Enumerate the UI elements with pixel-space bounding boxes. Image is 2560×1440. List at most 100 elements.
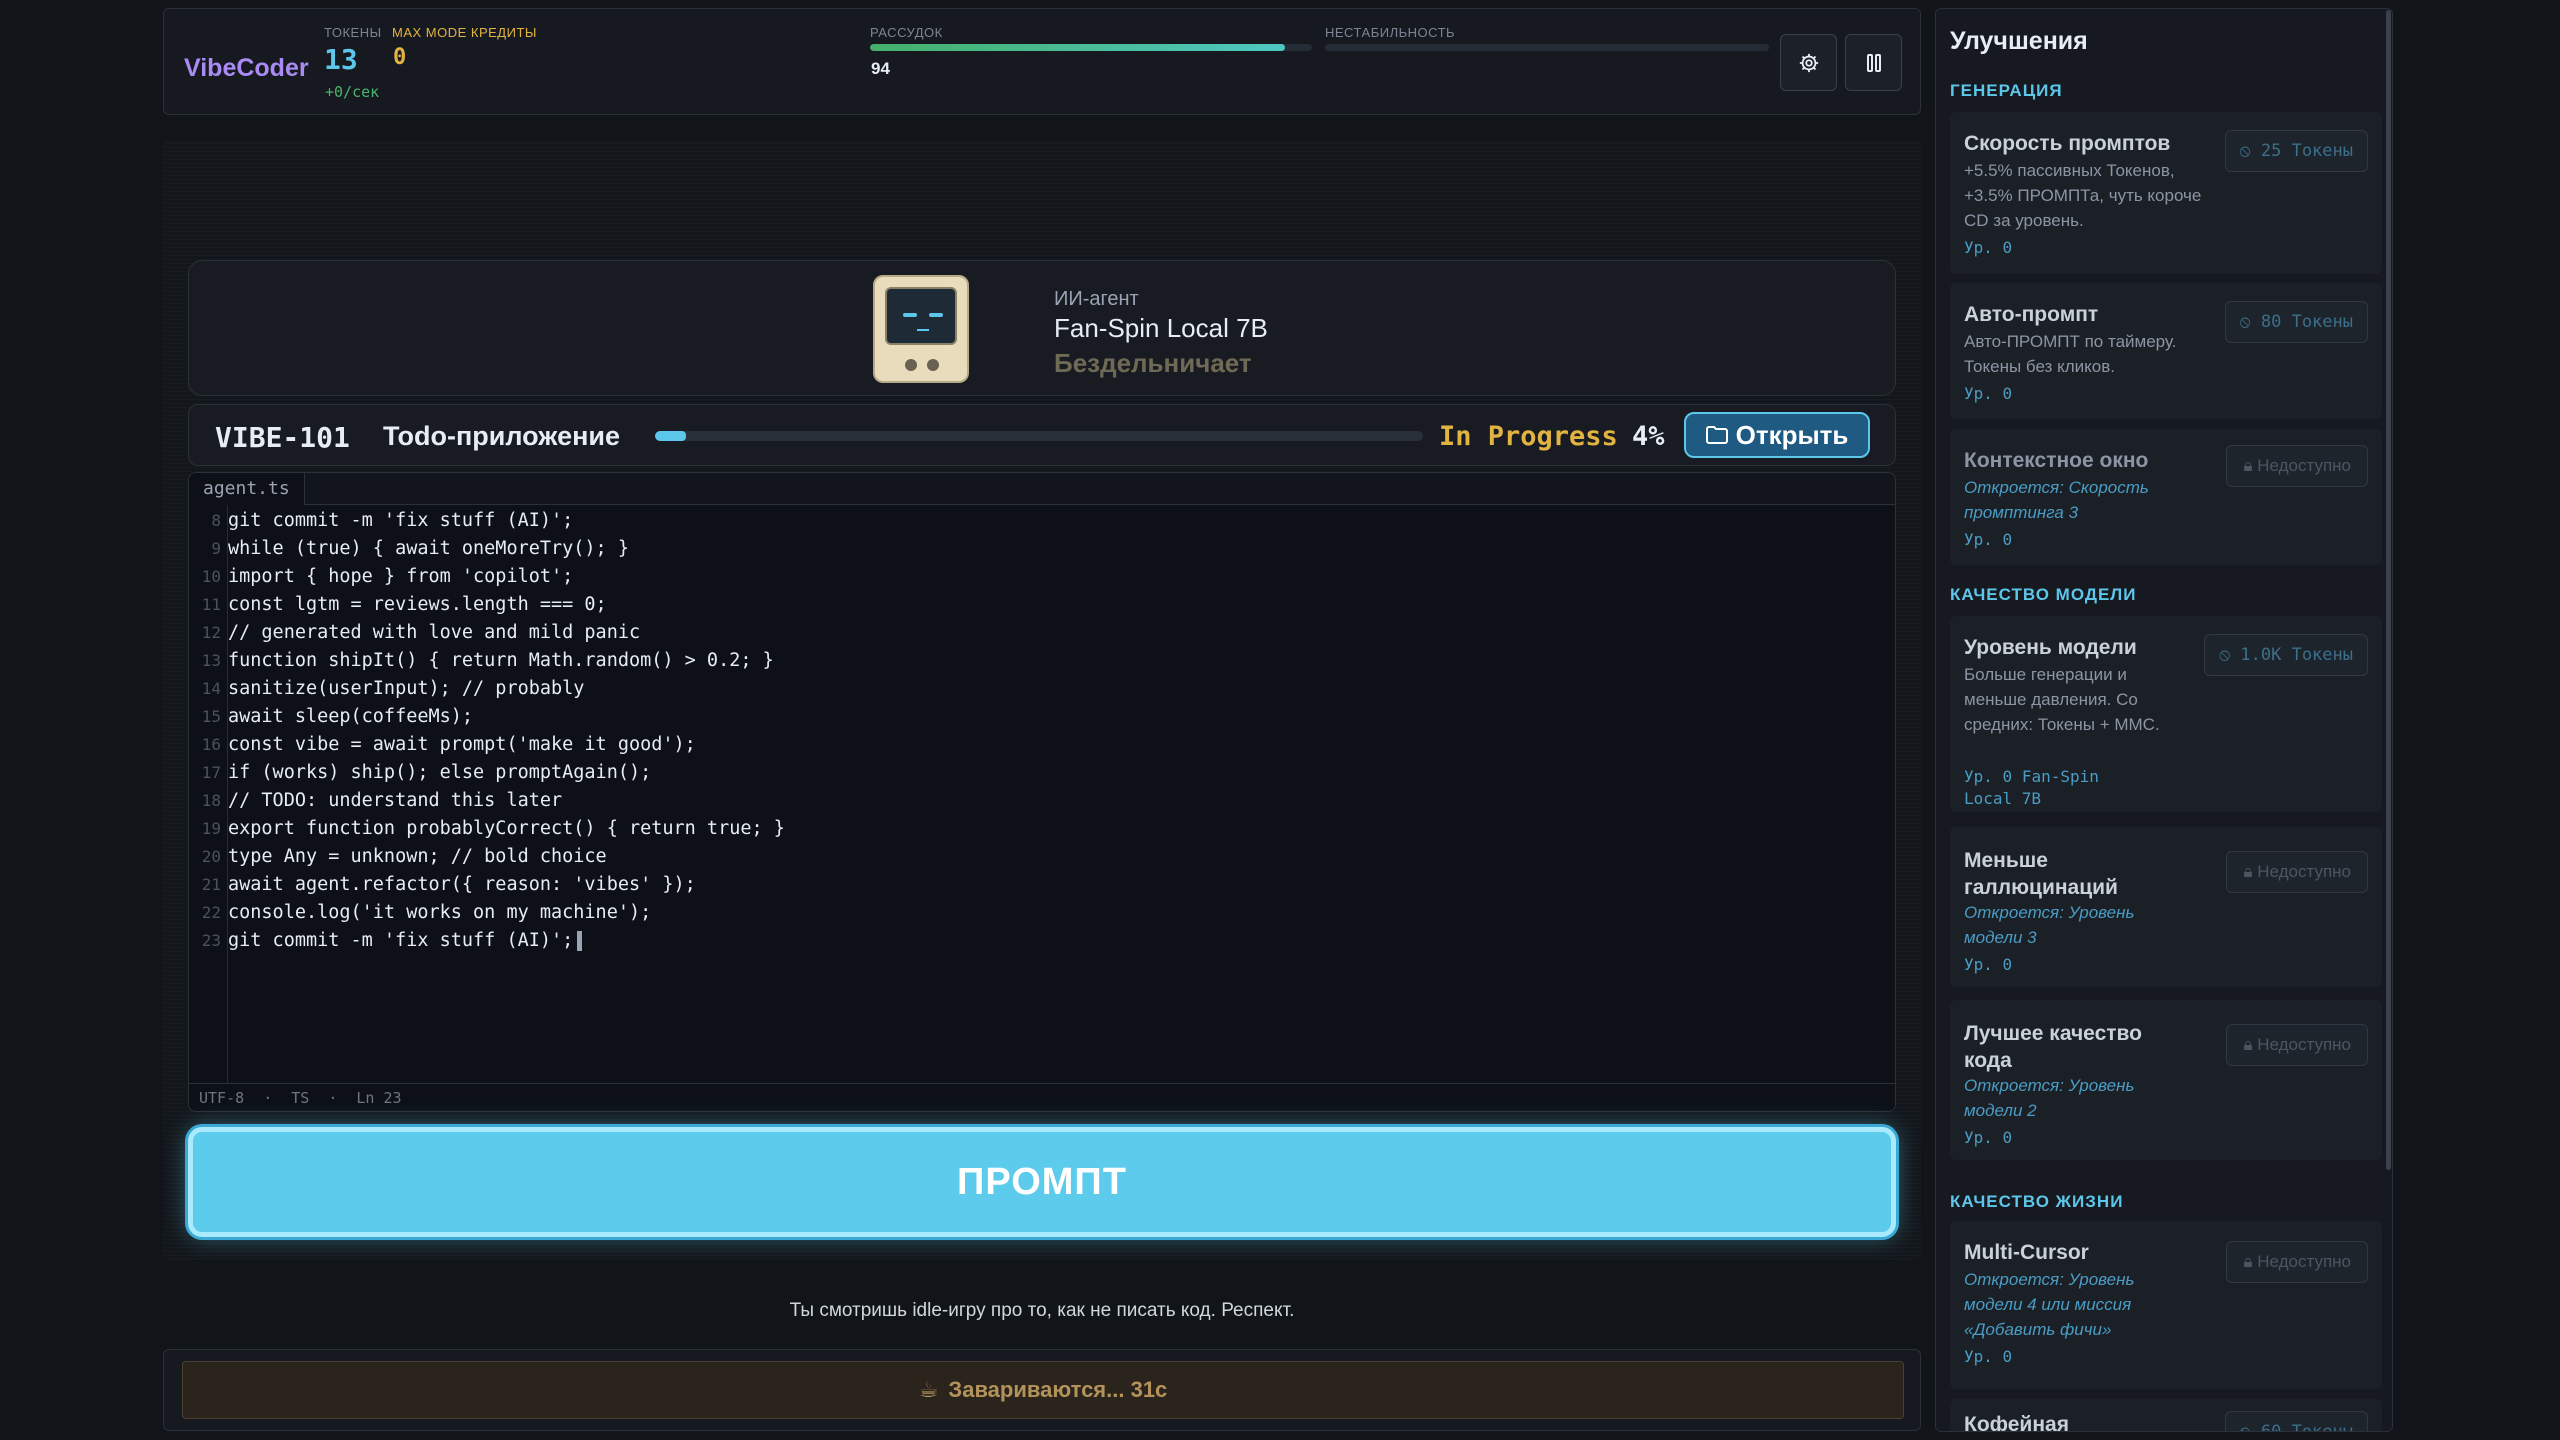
agent-name: Fan-Spin Local 7B — [1054, 313, 1268, 343]
upgrade-level: Ур. 0 — [1964, 530, 2013, 549]
lock-icon: 🔒︎ — [2243, 1252, 2253, 1271]
locked-button: 🔒︎ Недоступно — [2226, 851, 2368, 893]
sanity-bar — [870, 44, 1312, 51]
upgrade-unlock: Откроется: Скорость промптинга 3 — [1964, 478, 2149, 522]
status-language: TS — [291, 1089, 310, 1107]
locked-button: 🔒︎ Недоступно — [2226, 1024, 2368, 1066]
upgrade-auto-prompt: Авто-промпт Авто-ПРОМПТ по таймеру. Токе… — [1950, 283, 2382, 419]
upgrade-level: Ур. 0 — [1964, 384, 2013, 403]
code-text: export function probablyCorrect() { retu… — [228, 818, 785, 839]
locked-label: Недоступно — [2257, 456, 2351, 475]
code-line: 17 if (works) ship(); else promptAgain(); — [189, 759, 1895, 787]
pause-button[interactable] — [1845, 34, 1902, 91]
locked-button: 🔒︎ Недоступно — [2226, 1241, 2368, 1283]
code-line: 16 const vibe = await prompt('make it goo… — [189, 731, 1895, 759]
line-number: 20 — [201, 847, 221, 866]
upgrade-unlock: Откроется: Уровень модели 3 — [1964, 903, 2135, 947]
max-mode-value: 0 — [393, 45, 407, 70]
code-text: console.log('it works on my machine'); — [228, 902, 652, 923]
buy-coffee-button[interactable]: ⦸ 60 Токены — [2224, 1411, 2368, 1431]
sanity-label: РАССУДОК — [870, 25, 943, 40]
gear-icon — [1799, 53, 1818, 72]
code-text: git commit -m 'fix stuff (AI)'; — [228, 510, 574, 531]
buy-prompt-speed-button[interactable]: ⦸ 25 Токены — [2224, 130, 2368, 172]
brewing-text: Завариваются... 31с — [948, 1377, 1168, 1402]
line-number: 23 — [201, 931, 221, 950]
upgrade-level: Ур. 0 — [1964, 1347, 2013, 1366]
status-encoding: UTF-8 — [199, 1089, 245, 1107]
upgrade-name: Меньше галлюцинаций — [1964, 849, 2118, 899]
code-text: sanitize(userInput); // probably — [228, 678, 585, 699]
editor-tabs: agent.ts — [189, 473, 1895, 505]
upgrade-multi-cursor: Multi-Cursor Откроется: Уровень модели 4… — [1950, 1221, 2382, 1389]
open-button[interactable]: Открыть — [1684, 412, 1870, 458]
folder-icon — [1705, 426, 1728, 444]
pause-icon — [1866, 53, 1881, 72]
upgrade-name: Multi-Cursor — [1964, 1241, 2089, 1264]
instability-bar — [1325, 44, 1769, 51]
agent-card: ИИ-агент Fan-Spin Local 7B Бездельничает — [188, 260, 1896, 396]
buy-model-level-button[interactable]: ⦸ 1.0K Токены — [2204, 634, 2368, 676]
code-line: 14 sanitize(userInput); // probably — [189, 675, 1895, 703]
upgrade-name: Уровень модели — [1964, 636, 2137, 659]
task-percent: 4% — [1632, 421, 1665, 452]
text-cursor — [577, 931, 583, 951]
brewing-panel: ☕ Завариваются... 31с — [163, 1349, 1921, 1431]
agent-role: ИИ-агент — [1054, 288, 1139, 310]
upgrade-name: Авто-промпт — [1964, 303, 2099, 326]
buy-auto-prompt-button[interactable]: ⦸ 80 Токены — [2224, 301, 2368, 343]
cost-label: 80 Токены — [2260, 312, 2353, 332]
line-number: 13 — [201, 651, 221, 670]
status-separator: · — [328, 1089, 338, 1107]
code-text: // TODO: understand this later — [228, 790, 563, 811]
locked-label: Недоступно — [2257, 862, 2351, 881]
code-lines: 8 git commit -m 'fix stuff (AI)'; 9 while (… — [189, 507, 1895, 955]
code-text: import { hope } from 'copilot'; — [228, 566, 574, 587]
code-editor[interactable]: agent.ts 8 git commit -m 'fix stuff (AI)'… — [188, 472, 1896, 1112]
upgrade-name: Лучшее качество кода — [1964, 1022, 2142, 1072]
task-progress-fill — [655, 431, 686, 441]
upgrade-name: Скорость промптов — [1964, 132, 2171, 155]
upgrades-panel: Улучшения ГЕНЕРАЦИЯ Скорость промптов +5… — [1935, 8, 2393, 1432]
line-number: 12 — [201, 623, 221, 642]
locked-button: 🔒︎ Недоступно — [2226, 445, 2368, 487]
line-number: 14 — [201, 679, 221, 698]
code-text: const lgtm = reviews.length === 0; — [228, 594, 607, 615]
instability-label: НЕСТАБИЛЬНОСТЬ — [1325, 25, 1456, 40]
level-label: Ур. 0 — [1964, 767, 2013, 786]
code-line: 21 await agent.refactor({ reason: 'vibes'… — [189, 871, 1895, 899]
line-number: 11 — [201, 595, 221, 614]
upgrade-desc: Авто-ПРОМПТ по таймеру. Токены без клико… — [1964, 332, 2177, 376]
tokens-rate: +0/сек — [325, 83, 380, 101]
upgrade-unlock: Откроется: Уровень модели 4 или миссия «… — [1964, 1270, 2135, 1339]
sanity-bar-fill — [870, 44, 1286, 51]
upgrade-fewer-hallucinations: Меньше галлюцинаций Откроется: Уровень м… — [1950, 827, 2382, 987]
code-line: 10 import { hope } from 'copilot'; — [189, 563, 1895, 591]
upgrade-unlock: Откроется: Уровень модели 2 — [1964, 1076, 2135, 1120]
agent-status: Бездельничает — [1054, 348, 1252, 378]
line-number: 9 — [211, 539, 221, 558]
code-text: await agent.refactor({ reason: 'vibes' }… — [228, 874, 696, 895]
file-tab[interactable]: agent.ts — [189, 473, 305, 505]
task-name: Todo-приложение — [383, 421, 621, 451]
tag-icon: ⦸ — [2219, 645, 2231, 665]
upgrade-name: Кофейная — [1964, 1413, 2069, 1432]
code-line: 13 function shipIt() { return Math.random… — [189, 647, 1895, 675]
section-quality-of-life: КАЧЕСТВО ЖИЗНИ — [1950, 1192, 2124, 1211]
line-number: 22 — [201, 903, 221, 922]
lock-icon: 🔒︎ — [2243, 1035, 2253, 1054]
tag-icon: ⦸ — [2239, 141, 2251, 161]
tokens-value: 13 — [324, 43, 358, 76]
cost-label: 1.0K Токены — [2240, 645, 2353, 665]
upgrade-better-code: Лучшее качество кода Откроется: Уровень … — [1950, 1000, 2382, 1160]
line-number: 17 — [201, 763, 221, 782]
upgrades-title: Улучшения — [1950, 27, 2088, 55]
settings-button[interactable] — [1780, 34, 1837, 91]
open-button-label: Открыть — [1735, 419, 1849, 450]
brewing-button[interactable]: ☕ Завариваются... 31с — [182, 1361, 1904, 1419]
prompt-button[interactable]: ПРОМПТ — [188, 1127, 1896, 1237]
upgrade-desc: +5.5% пассивных Токенов, +3.5% ПРОМПТа, … — [1964, 161, 2202, 230]
line-number: 16 — [201, 735, 221, 754]
upgrades-scrollbar[interactable] — [2386, 10, 2391, 1170]
upgrade-level: Ур. 0 Fan-Spin Local 7B — [1964, 766, 2144, 810]
